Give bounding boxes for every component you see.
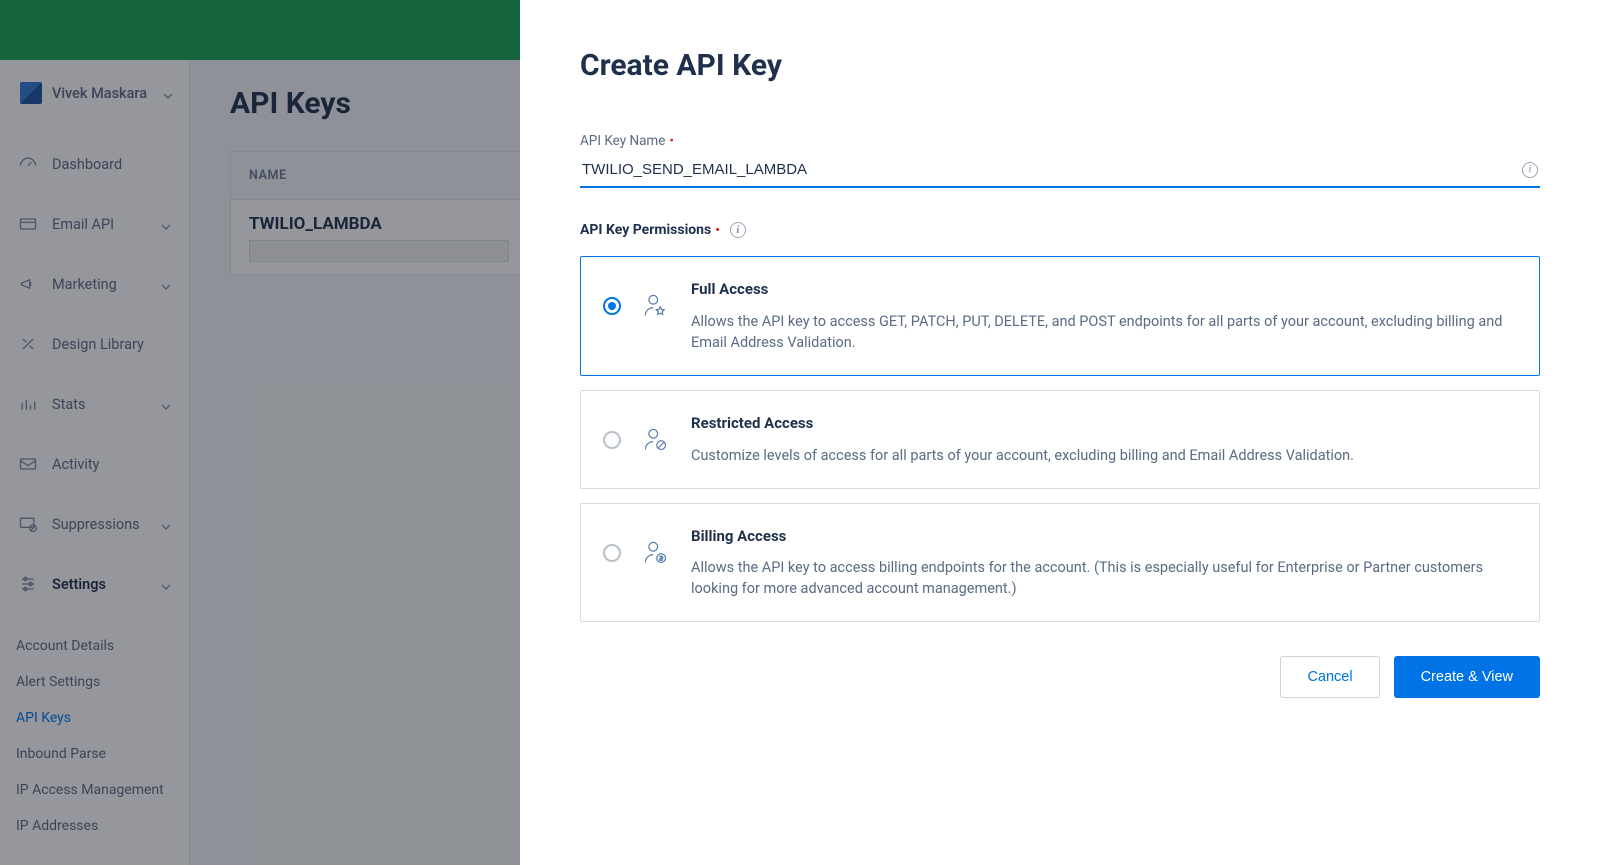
settings-subnav: Account Details Alert Settings API Keys … <box>0 624 189 854</box>
create-api-key-panel: Create API Key API Key Name • i API Key … <box>520 0 1600 865</box>
name-input-wrap: i <box>580 155 1540 188</box>
nav-suppressions[interactable]: Suppressions <box>0 494 189 554</box>
account-switcher[interactable]: Vivek Maskara <box>0 60 189 124</box>
nav-label: Suppressions <box>52 516 147 533</box>
tools-icon <box>18 334 38 354</box>
required-indicator: • <box>715 223 720 238</box>
nav-settings[interactable]: Settings <box>0 554 189 614</box>
api-key-name-input[interactable] <box>582 161 1522 178</box>
user-dollar-icon <box>641 538 671 570</box>
permission-text: Full Access Allows the API key to access… <box>691 279 1517 353</box>
panel-actions: Cancel Create & View <box>580 656 1540 698</box>
permission-title: Restricted Access <box>691 413 1517 435</box>
chevron-down-icon <box>161 219 171 229</box>
nav-label: Marketing <box>52 276 147 293</box>
chevron-down-icon <box>161 279 171 289</box>
permission-title: Billing Access <box>691 526 1517 548</box>
nav-label: Activity <box>52 456 171 473</box>
permission-desc: Allows the API key to access GET, PATCH,… <box>691 311 1517 353</box>
user-block-icon <box>641 425 671 457</box>
nav-label: Email API <box>52 216 147 233</box>
subnav-inbound-parse[interactable]: Inbound Parse <box>0 736 189 772</box>
logo-icon <box>20 82 42 104</box>
permission-text: Billing Access Allows the API key to acc… <box>691 526 1517 600</box>
permission-restricted-access[interactable]: Restricted Access Customize levels of ac… <box>580 390 1540 489</box>
megaphone-icon <box>18 274 38 294</box>
chevron-down-icon <box>163 88 173 98</box>
chevron-down-icon <box>161 579 171 589</box>
radio-input[interactable] <box>603 297 621 315</box>
nav-label: Settings <box>52 576 147 593</box>
chevron-down-icon <box>161 519 171 529</box>
subnav-ip-addresses[interactable]: IP Addresses <box>0 808 189 844</box>
subnav-account-details[interactable]: Account Details <box>0 628 189 664</box>
account-name: Vivek Maskara <box>52 85 153 102</box>
permission-billing-access[interactable]: Billing Access Allows the API key to acc… <box>580 503 1540 623</box>
permission-title: Full Access <box>691 279 1517 301</box>
nav-design-library[interactable]: Design Library <box>0 314 189 374</box>
chevron-down-icon <box>161 399 171 409</box>
api-key-secret-placeholder <box>249 240 509 262</box>
info-icon[interactable]: i <box>730 222 746 238</box>
nav-email-api[interactable]: Email API <box>0 194 189 254</box>
nav-activity[interactable]: Activity <box>0 434 189 494</box>
create-button[interactable]: Create & View <box>1394 656 1540 698</box>
subnav-alert-settings[interactable]: Alert Settings <box>0 664 189 700</box>
mail-icon <box>18 454 38 474</box>
subnav-ip-access[interactable]: IP Access Management <box>0 772 189 808</box>
required-indicator: • <box>669 134 673 149</box>
nav-label: Design Library <box>52 336 171 353</box>
subnav-api-keys[interactable]: API Keys <box>0 700 189 736</box>
nav-stats[interactable]: Stats <box>0 374 189 434</box>
nav-marketing[interactable]: Marketing <box>0 254 189 314</box>
nav: Dashboard Email API Marketing Design Lib… <box>0 124 189 624</box>
permissions-group: Full Access Allows the API key to access… <box>580 256 1540 622</box>
label-text: API Key Permissions <box>580 222 711 238</box>
permission-text: Restricted Access Customize levels of ac… <box>691 413 1517 466</box>
label-text: API Key Name <box>580 133 665 149</box>
info-icon[interactable]: i <box>1522 162 1538 178</box>
permission-full-access[interactable]: Full Access Allows the API key to access… <box>580 256 1540 376</box>
nav-dashboard[interactable]: Dashboard <box>0 134 189 194</box>
permission-desc: Customize levels of access for all parts… <box>691 445 1517 466</box>
radio-input[interactable] <box>603 544 621 562</box>
card-icon <box>18 214 38 234</box>
user-star-icon <box>641 291 671 323</box>
name-field-label: API Key Name • <box>580 133 1540 149</box>
sidebar: Vivek Maskara Dashboard Email API Market… <box>0 60 190 865</box>
nav-label: Stats <box>52 396 147 413</box>
nav-label: Dashboard <box>52 156 171 173</box>
radio-input[interactable] <box>603 431 621 449</box>
cancel-button[interactable]: Cancel <box>1280 656 1379 698</box>
panel-title: Create API Key <box>580 48 1540 83</box>
mail-block-icon <box>18 514 38 534</box>
bar-chart-icon <box>18 394 38 414</box>
permissions-label: API Key Permissions • i <box>580 222 1540 238</box>
sliders-icon <box>18 574 38 594</box>
permission-desc: Allows the API key to access billing end… <box>691 557 1517 599</box>
gauge-icon <box>18 154 38 174</box>
